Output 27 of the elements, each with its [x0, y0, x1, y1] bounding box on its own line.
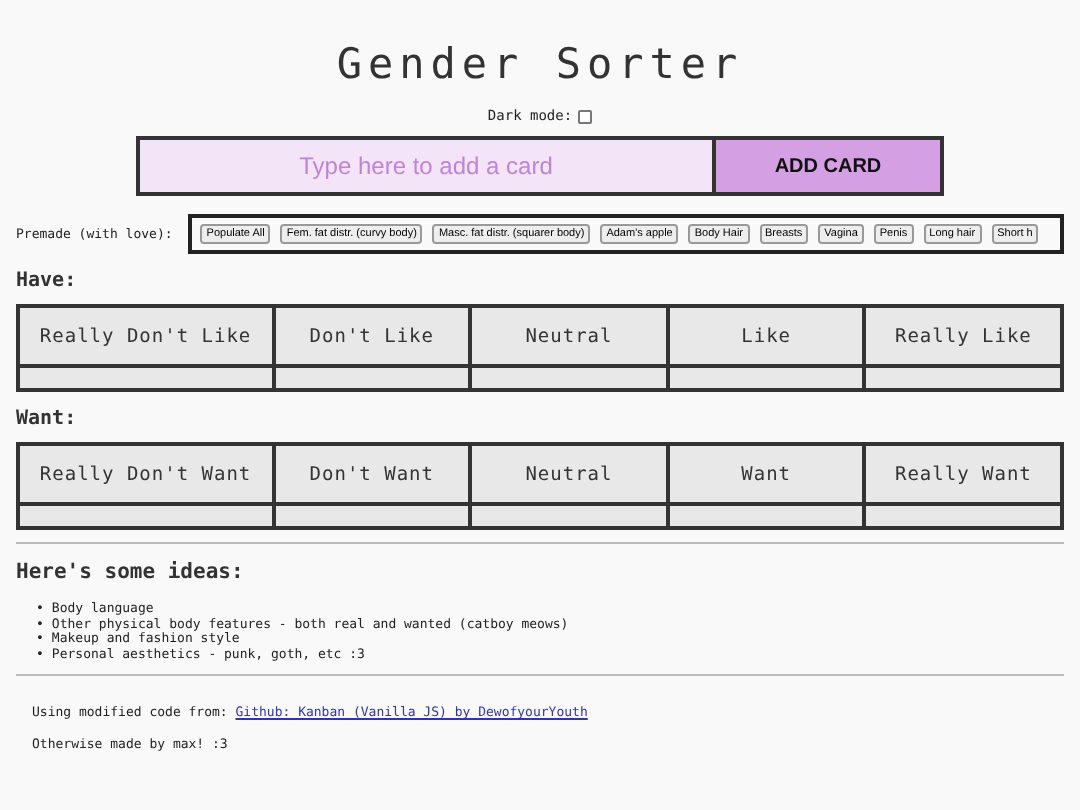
column-header: Really Like: [866, 308, 1060, 364]
column-drop-area[interactable]: [20, 506, 272, 526]
column-drop-area[interactable]: [20, 368, 272, 388]
column-drop-area[interactable]: [472, 368, 666, 388]
column-drop-area[interactable]: [275, 506, 469, 526]
column-drop-area[interactable]: [669, 368, 863, 388]
column-drop-area[interactable]: [866, 506, 1060, 526]
board-heading: Have:: [16, 270, 79, 292]
column-header: Like: [669, 308, 863, 364]
column-header: Really Don't Want: [20, 446, 272, 502]
column-header: Don't Like: [275, 308, 469, 364]
column-drop-area[interactable]: [669, 506, 863, 526]
column-header: Neutral: [472, 446, 666, 502]
board-heading: Want:: [16, 408, 79, 430]
column-drop-area[interactable]: [472, 506, 666, 526]
dark-mode-checkbox[interactable]: [578, 109, 593, 123]
column-header: Don't Want: [275, 446, 469, 502]
ideas-heading: Here's some ideas:: [16, 560, 246, 584]
column-header: Neutral: [472, 308, 666, 364]
column-drop-area[interactable]: [866, 368, 1060, 388]
column-header: Want: [669, 446, 863, 502]
add-card-button[interactable]: ADD CARD: [716, 136, 944, 196]
page-title: Gender Sorter: [334, 40, 746, 88]
column-header: Really Want: [866, 446, 1060, 502]
card-input-field[interactable]: Type here to add a card: [136, 136, 716, 196]
column-drop-area[interactable]: [275, 368, 469, 388]
column-header: Really Don't Like: [20, 308, 272, 364]
